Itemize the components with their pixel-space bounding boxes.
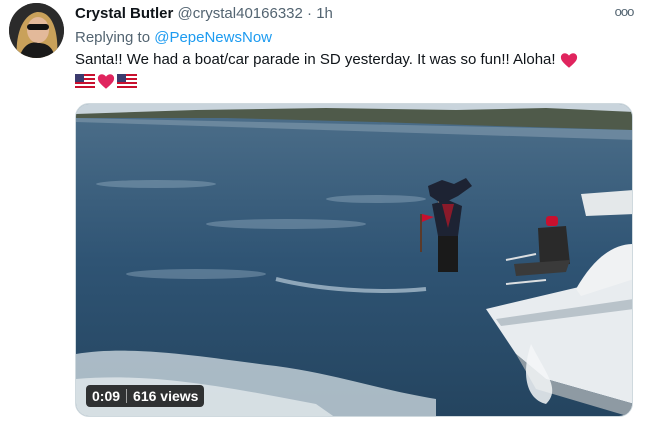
tweet-header: Crystal Butler @crystal40166332 · 1h: [75, 4, 333, 24]
avatar[interactable]: [9, 3, 64, 58]
replying-to-line: Replying to @PepeNewsNow: [75, 28, 272, 48]
us-flag-icon: [117, 74, 137, 88]
us-flag-icon: [75, 74, 95, 88]
video-duration: 0:09: [92, 388, 121, 404]
badge-divider: [126, 389, 128, 403]
user-handle[interactable]: @crystal40166332: [178, 5, 303, 22]
view-count: 616 views: [133, 388, 199, 404]
replying-to-prefix: Replying to: [75, 29, 151, 46]
replying-to-mention[interactable]: @PepeNewsNow: [154, 29, 272, 46]
video-player[interactable]: 0:09 616 views: [75, 103, 633, 417]
tweet-body: Santa!! We had a boat/car parade in SD y…: [75, 51, 556, 68]
video-thumbnail: [76, 104, 632, 416]
red-heart-icon: [560, 52, 577, 68]
red-heart-icon: [97, 73, 115, 89]
display-name[interactable]: Crystal Butler: [75, 5, 173, 22]
video-info-badge: 0:09 616 views: [86, 385, 205, 407]
tweet-text: Santa!! We had a boat/car parade in SD y…: [75, 50, 578, 70]
timestamp[interactable]: 1h: [316, 5, 333, 22]
more-options-icon[interactable]: ooo: [614, 4, 635, 20]
emoji-row: [75, 71, 137, 91]
separator-dot: ·: [307, 5, 313, 22]
avatar-photo: [9, 3, 64, 58]
